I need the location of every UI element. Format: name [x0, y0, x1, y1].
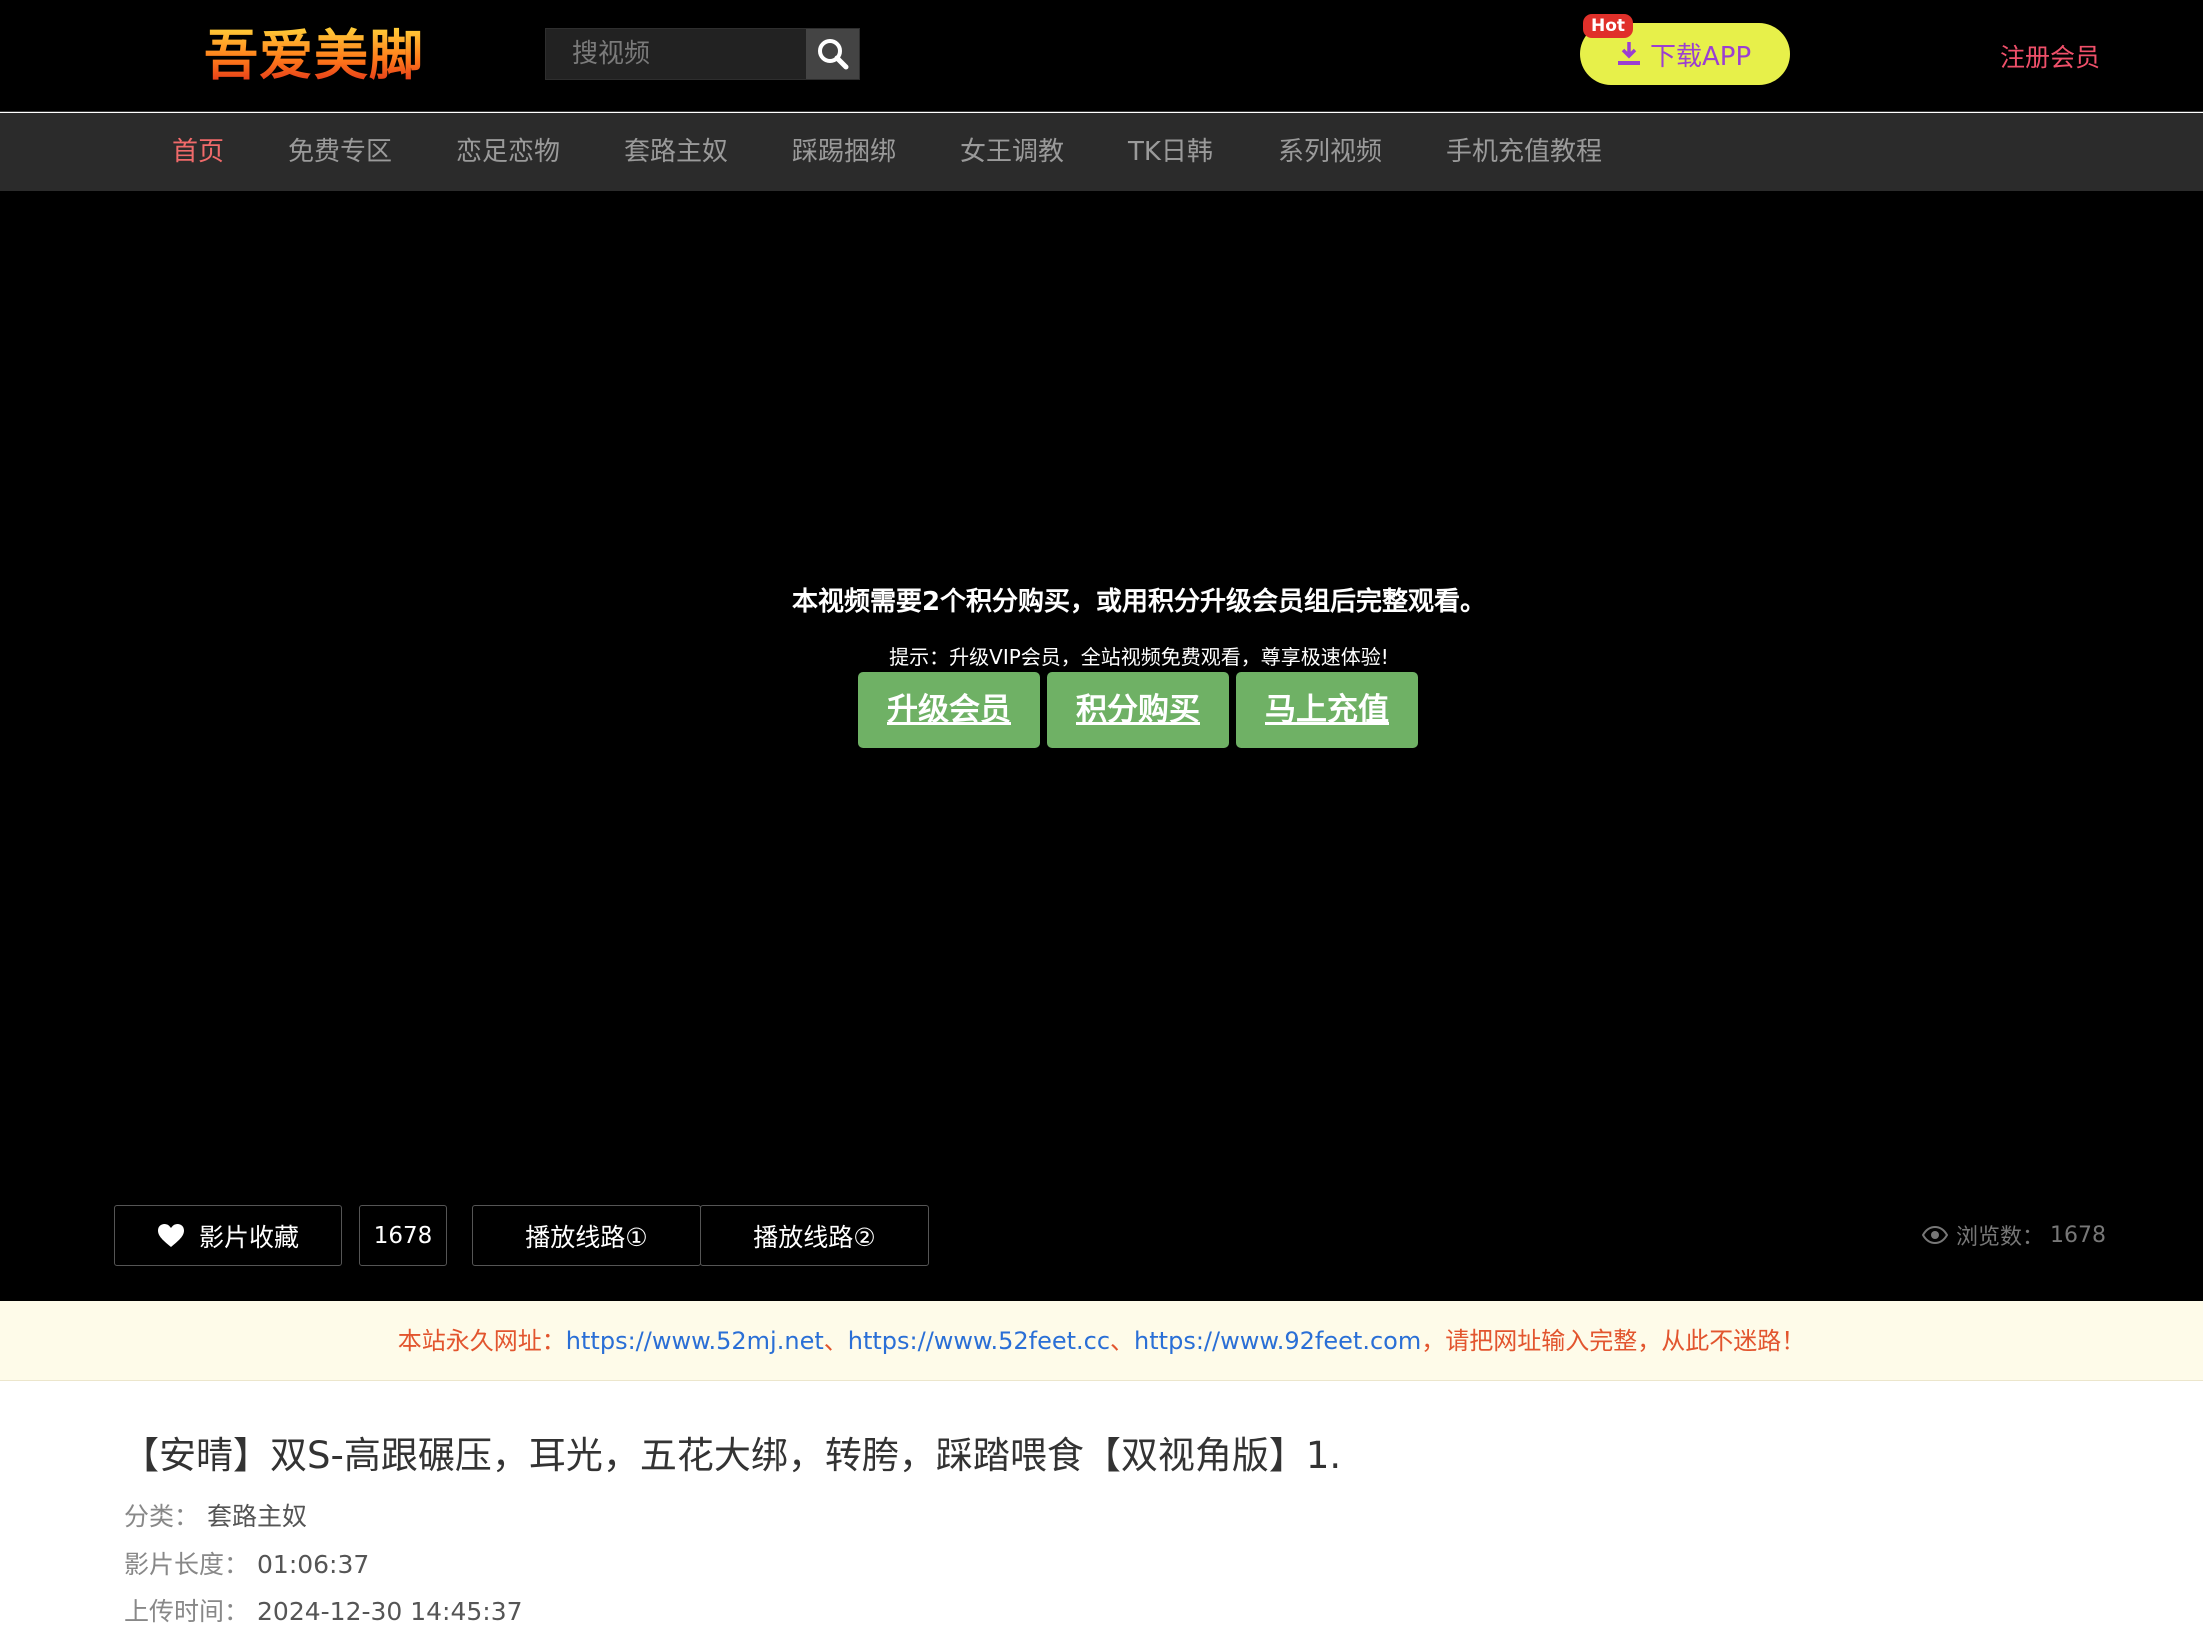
notice-url-2[interactable]: https://www.52feet.cc	[848, 1327, 1110, 1355]
nav-item-free[interactable]: 免费专区	[288, 113, 392, 191]
notice-separator-1: 、	[823, 1327, 848, 1355]
upgrade-member-button[interactable]: 升级会员	[858, 672, 1040, 748]
video-upload-time: 上传时间： 2024-12-30 14:45:37	[124, 1592, 523, 1628]
nav-item-queen[interactable]: 女王调教	[960, 113, 1064, 191]
register-link[interactable]: 注册会员	[2000, 38, 2100, 74]
length-label: 影片长度：	[124, 1550, 250, 1579]
eye-icon	[1922, 1226, 1948, 1244]
nav-item-trample-bondage[interactable]: 踩踢捆绑	[792, 113, 896, 191]
logo-text: 吾爱美脚	[204, 24, 424, 87]
site-logo[interactable]: 吾爱美脚	[200, 22, 430, 90]
upload-value: 2024-12-30 14:45:37	[257, 1597, 523, 1626]
search-button[interactable]	[806, 29, 859, 79]
video-category: 分类： 套路主奴	[124, 1497, 307, 1533]
favorite-count-value: 1678	[373, 1222, 433, 1249]
nav-item-master-slave[interactable]: 套路主奴	[624, 113, 728, 191]
favorite-button[interactable]: 影片收藏	[114, 1205, 342, 1266]
category-value[interactable]: 套路主奴	[207, 1502, 307, 1531]
top-header: 吾爱美脚 下载APP Hot 注册会员	[0, 0, 2203, 112]
route-2-button[interactable]: 播放线路②	[700, 1205, 929, 1266]
video-length: 影片长度： 01:06:37	[124, 1545, 369, 1581]
views-label: 浏览数：	[1956, 1225, 2045, 1250]
video-title: 【安晴】双S-高跟碾压，耳光，五花大绑，转胯，踩踏喂食【双视角版】1.	[122, 1434, 1342, 1477]
notice-url-1[interactable]: https://www.52mj.net	[566, 1327, 824, 1355]
vip-tip: 提示：升级VIP会员，全站视频免费观看，尊享极速体验!	[889, 645, 1389, 669]
video-player[interactable]: 本视频需要2个积分购买，或用积分升级会员组后完整观看。 提示：升级VIP会员，全…	[0, 191, 2203, 1301]
heart-icon	[157, 1223, 184, 1247]
upload-label: 上传时间：	[124, 1597, 250, 1626]
view-counter: 浏览数： 1678	[1922, 1219, 2106, 1251]
search-input[interactable]	[546, 29, 808, 79]
download-app-label: 下载APP	[1650, 41, 1752, 72]
notice-separator-2: 、	[1110, 1327, 1135, 1355]
download-icon	[1618, 42, 1640, 65]
permanent-url-notice: 本站永久网址：https://www.52mj.net、https://www.…	[0, 1301, 2203, 1381]
nav-item-series[interactable]: 系列视频	[1278, 113, 1382, 191]
favorite-label: 影片收藏	[198, 1222, 299, 1252]
nav-item-foot-fetish[interactable]: 恋足恋物	[456, 113, 560, 191]
search-icon	[817, 39, 848, 70]
length-value: 01:06:37	[257, 1550, 370, 1579]
purchase-message: 本视频需要2个积分购买，或用积分升级会员组后完整观看。	[791, 587, 1487, 617]
route-2-label: 播放线路②	[753, 1222, 876, 1252]
favorite-count: 1678	[359, 1205, 447, 1266]
search-box	[545, 28, 860, 80]
category-label: 分类：	[124, 1502, 200, 1531]
notice-prefix: 本站永久网址：	[397, 1327, 566, 1355]
notice-url-3[interactable]: https://www.92feet.com	[1134, 1327, 1421, 1355]
recharge-now-button[interactable]: 马上充值	[1236, 672, 1418, 748]
nav-item-tk-jpkr[interactable]: TK日韩	[1128, 113, 1213, 191]
nav-item-home[interactable]: 首页	[172, 113, 224, 191]
route-1-label: 播放线路①	[525, 1222, 648, 1252]
main-nav: 首页 免费专区 恋足恋物 套路主奴 踩踢捆绑 女王调教 TK日韩 系列视频 手机…	[0, 113, 2203, 191]
points-purchase-button[interactable]: 积分购买	[1047, 672, 1229, 748]
nav-item-recharge-tutorial[interactable]: 手机充值教程	[1446, 113, 1602, 191]
notice-suffix: ，请把网址输入完整，从此不迷路！	[1421, 1327, 1806, 1355]
hot-badge: Hot	[1583, 14, 1634, 38]
route-1-button[interactable]: 播放线路①	[472, 1205, 701, 1266]
views-count: 1678	[2050, 1222, 2107, 1248]
